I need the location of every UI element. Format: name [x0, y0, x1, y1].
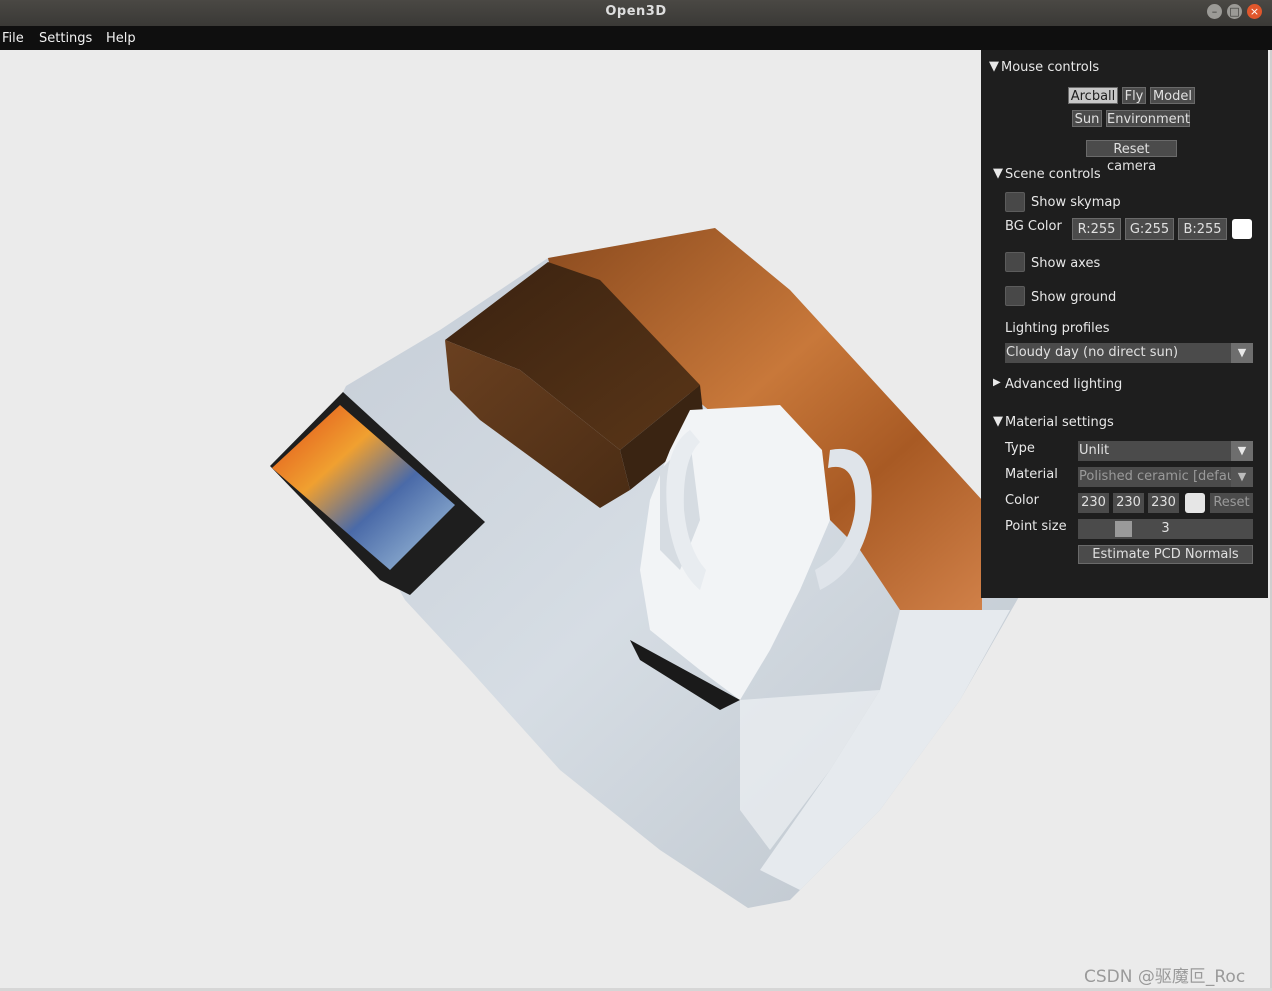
mouse-controls-header[interactable]: Mouse controls	[1001, 60, 1099, 75]
window-title: Open3D	[605, 4, 667, 19]
bg-color-swatch[interactable]	[1232, 219, 1252, 239]
collapse-arrow-icon[interactable]: ▼	[993, 414, 1003, 429]
arcball-button[interactable]: Arcball	[1068, 87, 1118, 104]
lighting-profile-value: Cloudy day (no direct sun)	[1006, 345, 1179, 360]
show-skymap-label: Show skymap	[1031, 195, 1121, 210]
lighting-profiles-label: Lighting profiles	[1005, 321, 1110, 336]
type-select[interactable]: Unlit ▼	[1078, 441, 1253, 461]
menu-help[interactable]: Help	[106, 31, 136, 46]
lighting-profile-select[interactable]: Cloudy day (no direct sun) ▼	[1005, 343, 1253, 363]
bg-green-field[interactable]: G:255	[1125, 218, 1174, 240]
bg-red-field[interactable]: R:255	[1072, 218, 1121, 240]
minimize-icon[interactable]: –	[1207, 4, 1222, 19]
chevron-down-icon: ▼	[1231, 441, 1253, 461]
bg-color-label: BG Color	[1005, 219, 1062, 234]
color-label: Color	[1005, 493, 1039, 508]
point-size-slider[interactable]: 3	[1078, 519, 1253, 539]
model-button[interactable]: Model	[1150, 87, 1195, 104]
close-icon[interactable]: ×	[1247, 4, 1262, 19]
type-label: Type	[1005, 441, 1035, 456]
color-blue-field[interactable]: 230	[1148, 493, 1179, 513]
sun-button[interactable]: Sun	[1072, 110, 1102, 127]
collapse-arrow-icon[interactable]: ▼	[993, 166, 1003, 181]
material-settings-header[interactable]: Material settings	[1005, 415, 1114, 430]
point-size-value: 3	[1161, 521, 1170, 536]
settings-panel: ▼ Mouse controls Arcball Fly Model Sun E…	[981, 50, 1268, 598]
material-select[interactable]: Polished ceramic [default] ▼	[1078, 467, 1253, 487]
collapse-arrow-icon[interactable]: ▼	[989, 59, 999, 74]
point-size-label: Point size	[1005, 519, 1067, 534]
color-swatch[interactable]	[1185, 493, 1205, 513]
menu-file[interactable]: File	[2, 31, 24, 46]
maximize-icon[interactable]: □	[1227, 4, 1242, 19]
bg-blue-field[interactable]: B:255	[1178, 218, 1227, 240]
advanced-lighting-header[interactable]: Advanced lighting	[1005, 377, 1122, 392]
show-axes-label: Show axes	[1031, 256, 1101, 271]
color-reset-button[interactable]: Reset	[1210, 493, 1253, 513]
expand-arrow-icon[interactable]: ▶	[993, 377, 1001, 388]
reset-camera-button[interactable]: Reset camera	[1086, 140, 1177, 174]
color-red-field[interactable]: 230	[1078, 493, 1109, 513]
show-axes-checkbox[interactable]	[1005, 252, 1025, 272]
show-skymap-checkbox[interactable]	[1005, 192, 1025, 212]
title-bar: Open3D – □ ×	[0, 0, 1272, 26]
chevron-down-icon: ▼	[1231, 467, 1253, 487]
type-value: Unlit	[1079, 443, 1110, 458]
watermark: CSDN @驱魔叵_Roc	[1084, 967, 1246, 987]
estimate-normals-button[interactable]: Estimate PCD Normals	[1078, 545, 1253, 564]
material-value: Polished ceramic [default]	[1079, 469, 1249, 484]
material-label: Material	[1005, 467, 1058, 482]
show-ground-label: Show ground	[1031, 290, 1117, 305]
show-ground-checkbox[interactable]	[1005, 286, 1025, 306]
scene-controls-header[interactable]: Scene controls	[1005, 167, 1101, 182]
slider-handle[interactable]	[1115, 521, 1132, 537]
menu-settings[interactable]: Settings	[39, 31, 92, 46]
menu-bar: File Settings Help	[0, 26, 1272, 50]
chevron-down-icon: ▼	[1231, 343, 1253, 363]
environment-button[interactable]: Environment	[1106, 110, 1190, 127]
fly-button[interactable]: Fly	[1122, 87, 1146, 104]
color-green-field[interactable]: 230	[1113, 493, 1144, 513]
